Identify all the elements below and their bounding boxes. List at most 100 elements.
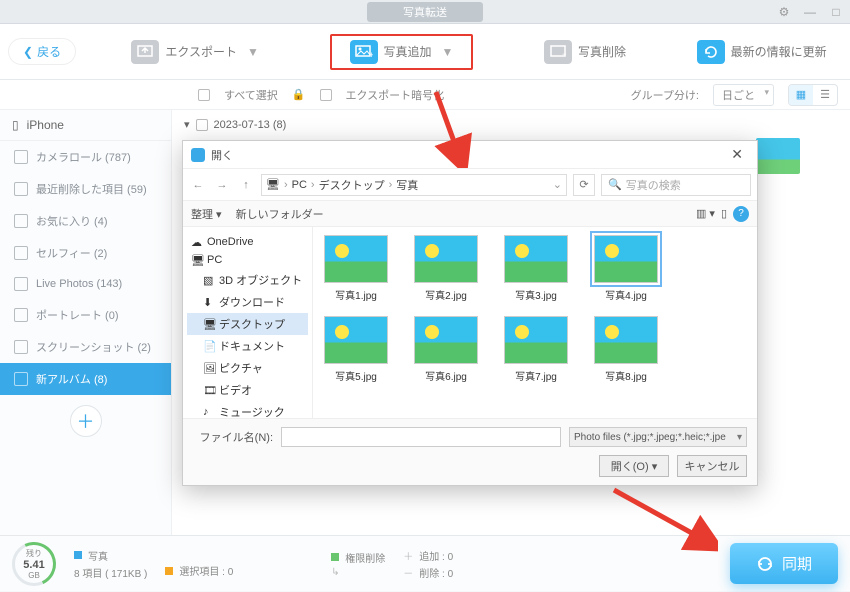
folder-icon: 📄 [203,340,215,352]
tree-item[interactable]: ⬇ダウンロード [187,291,308,313]
folder-icon: 🖥 [203,318,215,330]
sidebar-item[interactable]: スクリーンショット (2) [0,331,171,363]
folder-icon: 🎞 [203,384,215,396]
file-item[interactable]: 写真6.jpg [411,316,481,383]
date-checkbox[interactable] [196,119,208,131]
sidebar-item[interactable]: 最近削除した項目 (59) [0,173,171,205]
new-folder-button[interactable]: 新しいフォルダー [236,206,324,222]
settings-icon[interactable]: ⚙ [776,4,792,20]
file-thumbnail [324,235,388,283]
sidebar-item[interactable]: カメラロール (787) [0,141,171,173]
tree-item[interactable]: 🖥PC [187,251,308,269]
file-item[interactable]: 写真8.jpg [591,316,661,383]
tree-item[interactable]: 🎞 ビデオ [187,379,308,401]
tree-item-label: 3D オブジェクト [219,272,302,288]
tree-item[interactable]: ♪ミュージック [187,401,308,418]
date-group-header[interactable]: ▾ 2023-07-13 (8) [184,118,838,131]
sidebar-item[interactable]: セルフィー (2) [0,237,171,269]
sidebar-item-label: ポートレート (0) [36,307,119,323]
file-item[interactable]: 写真3.jpg [501,235,571,302]
refresh-button[interactable]: 最新の情報に更新 [697,40,827,64]
tree-item-label: OneDrive [207,236,253,248]
sidebar-item[interactable]: 新アルバム (8) [0,363,171,395]
refresh-icon [697,40,725,64]
sidebar: ▯ iPhone カメラロール (787)最近削除した項目 (59)お気に入り … [0,110,172,535]
encrypt-label: エクスポート暗号化 [346,87,445,103]
delete-photo-label: 写真削除 [578,43,626,60]
file-thumbnail [504,316,568,364]
nav-up-button[interactable]: ↑ [237,176,255,194]
filename-input[interactable] [281,427,561,447]
file-name: 写真6.jpg [425,368,467,383]
encrypt-checkbox[interactable] [320,89,332,101]
perm-label: 権限削除 [345,550,385,565]
nav-forward-button[interactable]: → [213,176,231,194]
cancel-button[interactable]: キャンセル [677,455,747,477]
pc-icon: 🖥 [266,178,280,191]
refresh-label: 最新の情報に更新 [731,43,827,60]
file-item[interactable]: 写真4.jpg [591,235,661,302]
add-photo-button[interactable]: + 写真追加 ▼ [330,34,474,70]
file-item[interactable]: 写真7.jpg [501,316,571,383]
sidebar-item[interactable]: Live Photos (143) [0,269,171,299]
album-icon [14,214,28,228]
photo-count-label: 写真 [88,548,108,563]
add-album-button[interactable]: ＋ [70,405,102,437]
storage-gauge: 残り 5.41 GB [12,542,56,586]
tree-item-label: PC [207,254,222,266]
export-button[interactable]: エクスポート ▼ [131,40,259,64]
refresh-folder-button[interactable]: ⟳ [573,174,595,196]
search-icon: 🔍 [608,178,622,191]
maximize-icon[interactable]: □ [828,4,844,20]
tree-item[interactable]: ▧3D オブジェクト [187,269,308,291]
crumb-2[interactable]: デスクトップ [319,177,385,193]
file-name: 写真3.jpg [515,287,557,302]
open-button[interactable]: 開く(O) ▾ [599,455,669,477]
grid-view-button[interactable]: ▦ [789,85,813,105]
photo-thumbnail[interactable] [756,138,800,174]
search-placeholder: 写真の検索 [626,177,681,193]
crumb-dropdown-icon[interactable]: ⌄ [553,178,562,191]
tree-item-label: ビデオ [219,382,252,398]
help-button[interactable]: ? [733,206,749,222]
gauge-value: 5.41 [23,559,44,571]
tree-item[interactable]: 📄ドキュメント [187,335,308,357]
close-button[interactable]: ✕ [725,146,749,163]
album-icon [14,150,28,164]
view-mode-button[interactable]: ▥ ▾ [696,207,715,220]
sync-button[interactable]: 同期 [730,543,838,584]
file-name: 写真2.jpg [425,287,467,302]
sidebar-item[interactable]: ポートレート (0) [0,299,171,331]
filename-label: ファイル名(N): [193,429,273,445]
select-all-checkbox[interactable] [198,89,210,101]
device-header[interactable]: ▯ iPhone [0,110,171,141]
minimize-icon[interactable]: — [802,4,818,20]
group-dropdown[interactable]: 日ごと [713,84,774,106]
search-input[interactable]: 🔍 写真の検索 [601,174,751,196]
date-label: 2023-07-13 (8) [214,119,287,131]
nav-back-button[interactable]: ← [189,176,207,194]
file-name: 写真7.jpg [515,368,557,383]
file-item[interactable]: 写真1.jpg [321,235,391,302]
selection-count: 選択項目 : 0 [179,563,233,578]
list-view-button[interactable]: ☰ [813,85,837,105]
preview-pane-button[interactable]: ▯ [721,207,727,220]
sidebar-item[interactable]: お気に入り (4) [0,205,171,237]
svg-text:+: + [369,50,373,59]
gauge-caption: 残り [26,548,42,559]
filetype-dropdown[interactable]: Photo files (*.jpg;*.jpeg;*.heic;*.jpe [569,427,747,447]
tree-item[interactable]: 🖥デスクトップ [187,313,308,335]
file-item[interactable]: 写真5.jpg [321,316,391,383]
breadcrumb[interactable]: 🖥› PC› デスクトップ› 写真 ⌄ [261,174,567,196]
file-item[interactable]: 写真2.jpg [411,235,481,302]
back-arrow-icon: ❮ [23,45,33,59]
tree-item[interactable]: ☁OneDrive [187,233,308,251]
group-label: グループ分け: [631,87,699,103]
crumb-1[interactable]: PC [292,179,307,191]
tree-item[interactable]: 🖼ピクチャ [187,357,308,379]
crumb-3[interactable]: 写真 [396,177,418,193]
files-grid: 写真1.jpg 写真2.jpg 写真3.jpg 写真4.jpg 写真5.jpg 写真6.j… [313,227,757,418]
organize-menu[interactable]: 整理 ▾ [191,206,222,222]
back-button[interactable]: ❮ 戻る [8,38,76,65]
delete-photo-button[interactable]: − 写真削除 [544,40,626,64]
